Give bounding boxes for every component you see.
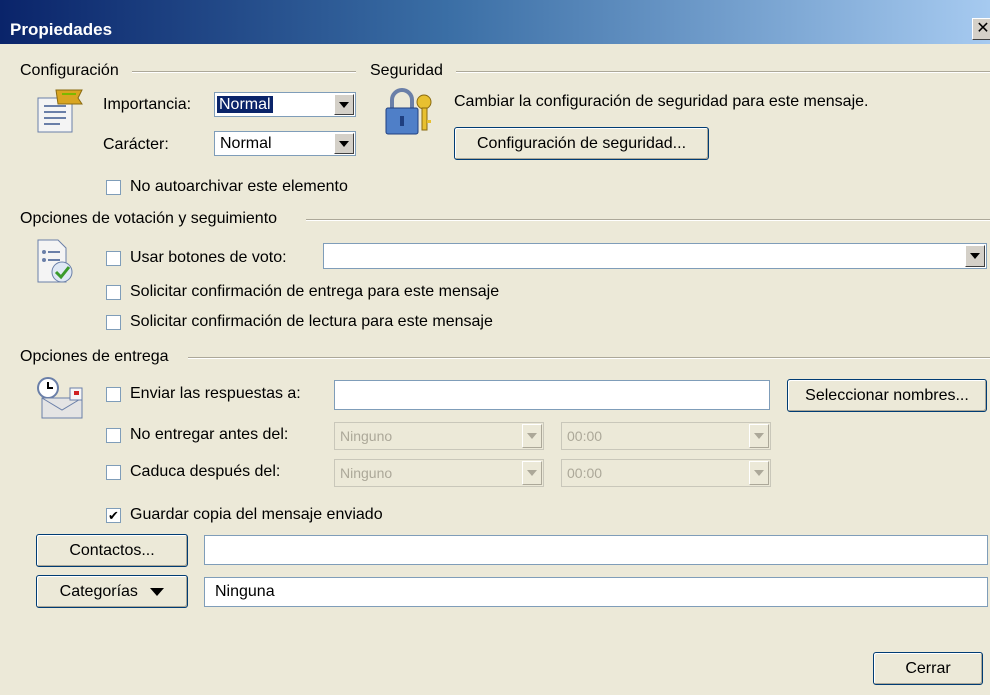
categorias-input[interactable]: Ninguna — [204, 577, 988, 607]
entrega-divider — [188, 357, 990, 359]
solicitar-entrega-checkbox[interactable] — [106, 285, 121, 300]
categorias-button-label: Categorías — [59, 583, 138, 600]
no-entregar-time-value: 00:00 — [567, 428, 603, 444]
caracter-select[interactable]: Normal — [214, 131, 356, 156]
no-autoarchivar-label: No autoarchivar este elemento — [130, 178, 348, 195]
window-title: Propiedades — [10, 20, 113, 39]
contactos-button[interactable]: Contactos... — [36, 534, 188, 567]
dropdown-arrow-icon[interactable] — [749, 461, 769, 485]
caduca-time-select[interactable]: 00:00 — [561, 459, 771, 487]
no-entregar-date-select[interactable]: Ninguno — [334, 422, 544, 450]
contactos-input[interactable] — [204, 535, 988, 565]
caduca-label: Caduca después del: — [130, 463, 281, 480]
dropdown-arrow-icon[interactable] — [522, 424, 542, 448]
close-button[interactable]: ✕ — [972, 18, 990, 40]
enviar-respuestas-input[interactable] — [334, 380, 770, 410]
chevron-down-icon — [150, 587, 165, 596]
dropdown-arrow-icon[interactable] — [334, 133, 354, 154]
votacion-divider — [306, 219, 990, 221]
solicitar-lectura-label: Solicitar confirmación de lectura para e… — [130, 313, 493, 330]
dropdown-arrow-icon[interactable] — [334, 94, 354, 115]
caduca-time-value: 00:00 — [567, 465, 603, 481]
importancia-value: Normal — [217, 96, 273, 113]
usar-botones-label: Usar botones de voto: — [130, 249, 287, 266]
caracter-label: Carácter: — [103, 136, 169, 153]
dropdown-arrow-icon[interactable] — [522, 461, 542, 485]
caduca-date-select[interactable]: Ninguno — [334, 459, 544, 487]
vote-doc-icon — [36, 238, 76, 291]
entrega-heading: Opciones de entrega — [20, 348, 169, 365]
dropdown-arrow-icon[interactable] — [965, 245, 985, 267]
configuracion-divider — [132, 71, 356, 73]
enviar-respuestas-label: Enviar las respuestas a: — [130, 385, 301, 402]
configuracion-heading: Configuración — [20, 62, 119, 79]
cerrar-button[interactable]: Cerrar — [873, 652, 983, 685]
configuracion-seguridad-button[interactable]: Configuración de seguridad... — [454, 127, 709, 160]
seguridad-divider — [456, 71, 990, 73]
seleccionar-nombres-button[interactable]: Seleccionar nombres... — [787, 379, 987, 412]
categorias-button[interactable]: Categorías — [36, 575, 188, 608]
dropdown-arrow-icon[interactable] — [749, 424, 769, 448]
no-entregar-time-select[interactable]: 00:00 — [561, 422, 771, 450]
enviar-respuestas-checkbox[interactable] — [106, 387, 121, 402]
guardar-copia-label: Guardar copia del mensaje enviado — [130, 506, 383, 523]
importancia-select[interactable]: Normal — [214, 92, 356, 117]
no-entregar-label: No entregar antes del: — [130, 426, 289, 443]
caracter-value: Normal — [220, 135, 272, 152]
guardar-copia-checkbox[interactable]: ✔ — [106, 508, 121, 523]
title-bar — [0, 0, 990, 44]
usar-botones-checkbox[interactable] — [106, 251, 121, 266]
caduca-checkbox[interactable] — [106, 465, 121, 480]
no-entregar-date-value: Ninguno — [340, 428, 393, 444]
usar-botones-select[interactable] — [323, 243, 987, 269]
clock-envelope-icon — [36, 376, 86, 427]
no-autoarchivar-checkbox[interactable] — [106, 180, 121, 195]
solicitar-entrega-label: Solicitar confirmación de entrega para e… — [130, 283, 500, 300]
no-entregar-checkbox[interactable] — [106, 428, 121, 443]
importancia-label: Importancia: — [103, 96, 192, 113]
solicitar-lectura-checkbox[interactable] — [106, 315, 121, 330]
lock-key-icon — [384, 86, 436, 143]
seguridad-heading: Seguridad — [370, 62, 443, 79]
caduca-date-value: Ninguno — [340, 465, 393, 481]
votacion-heading: Opciones de votación y seguimiento — [20, 210, 278, 227]
seguridad-description: Cambiar la configuración de seguridad pa… — [454, 93, 869, 110]
flag-doc-icon — [36, 88, 86, 141]
